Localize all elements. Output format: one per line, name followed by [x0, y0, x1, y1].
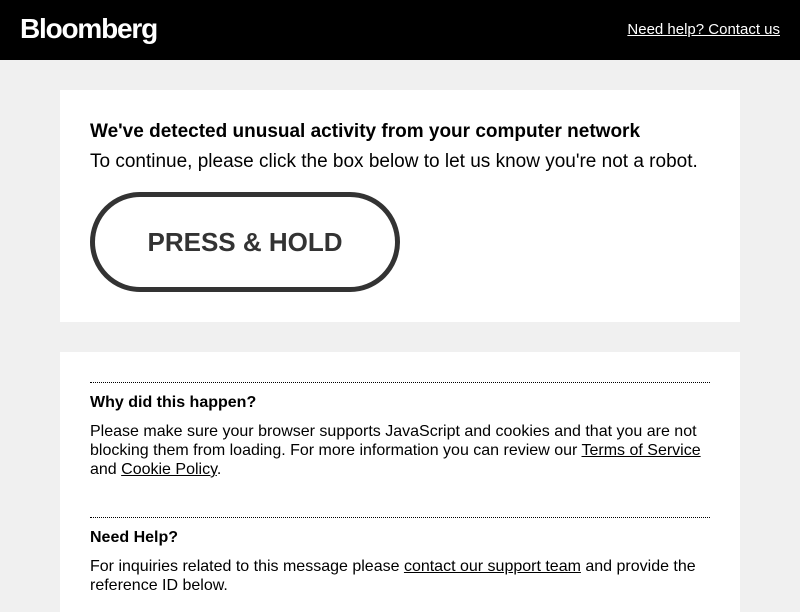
info-card: Why did this happen? Please make sure yo…: [60, 352, 740, 612]
top-bar: Bloomberg Need help? Contact us: [0, 0, 800, 60]
challenge-subtitle: To continue, please click the box below …: [90, 151, 698, 172]
challenge-card: We've detected unusual activity from you…: [60, 90, 740, 322]
why-section: Why did this happen? Please make sure yo…: [90, 382, 710, 479]
why-text: Please make sure your browser supports J…: [90, 422, 710, 479]
bloomberg-logo[interactable]: Bloomberg: [20, 10, 158, 48]
contact-support-link[interactable]: contact our support team: [404, 558, 581, 575]
help-text-before: For inquiries related to this message pl…: [90, 558, 404, 575]
why-heading: Why did this happen?: [90, 394, 257, 411]
contact-us-link[interactable]: Need help? Contact us: [627, 20, 780, 40]
challenge-title: We've detected unusual activity from you…: [90, 121, 641, 142]
press-and-hold-button[interactable]: PRESS & HOLD: [90, 192, 400, 292]
why-text-after: .: [216, 461, 222, 478]
need-help-section: Need Help? For inquiries related to this…: [90, 517, 710, 595]
need-help-heading: Need Help?: [90, 529, 179, 546]
terms-of-service-link[interactable]: Terms of Service: [581, 442, 700, 459]
cookie-policy-link[interactable]: Cookie Policy: [121, 461, 217, 478]
why-text-middle: and: [90, 461, 122, 478]
need-help-text: For inquiries related to this message pl…: [90, 557, 710, 595]
